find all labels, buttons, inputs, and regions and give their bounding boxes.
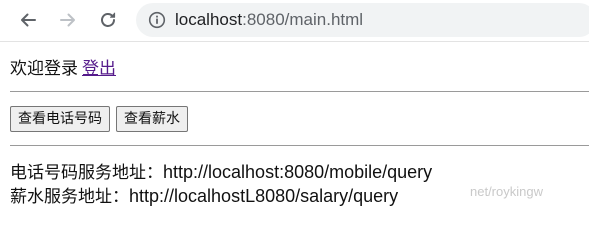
welcome-text: 欢迎登录 xyxy=(10,59,78,79)
url-text: localhost:8080/main.html xyxy=(175,10,363,30)
salary-service-label: 薪水服务地址： xyxy=(10,187,129,207)
divider xyxy=(10,145,589,146)
salary-service-line: 薪水服务地址：http://localhostL8080/salary/quer… xyxy=(10,184,432,208)
info-icon[interactable] xyxy=(148,11,166,29)
address-bar[interactable]: localhost:8080/main.html xyxy=(136,3,589,37)
back-button[interactable] xyxy=(16,8,40,32)
view-salary-button[interactable]: 查看薪水 xyxy=(116,106,188,132)
watermark: net/roykingw xyxy=(470,184,543,199)
welcome-line: 欢迎登录 登出 xyxy=(10,56,589,82)
page-content: 欢迎登录 登出 xyxy=(10,56,589,82)
phone-service-url: http://localhost:8080/mobile/query xyxy=(163,162,433,182)
url-host: localhost xyxy=(175,10,243,29)
arrow-left-icon xyxy=(19,11,37,29)
logout-link[interactable]: 登出 xyxy=(82,59,116,79)
reload-icon xyxy=(99,11,117,29)
action-buttons: 查看电话号码 查看薪水 xyxy=(10,106,188,132)
reload-button[interactable] xyxy=(96,8,120,32)
forward-button[interactable] xyxy=(56,8,80,32)
phone-service-label: 电话号码服务地址： xyxy=(10,163,163,183)
browser-toolbar: localhost:8080/main.html xyxy=(0,0,589,42)
arrow-right-icon xyxy=(59,11,77,29)
url-path: :8080/main.html xyxy=(242,10,364,29)
divider xyxy=(10,91,589,92)
phone-service-line: 电话号码服务地址：http://localhost:8080/mobile/qu… xyxy=(10,160,432,184)
view-phone-button[interactable]: 查看电话号码 xyxy=(10,106,110,132)
salary-service-url: http://localhostL8080/salary/query xyxy=(129,186,399,206)
service-addresses: 电话号码服务地址：http://localhost:8080/mobile/qu… xyxy=(10,160,432,208)
